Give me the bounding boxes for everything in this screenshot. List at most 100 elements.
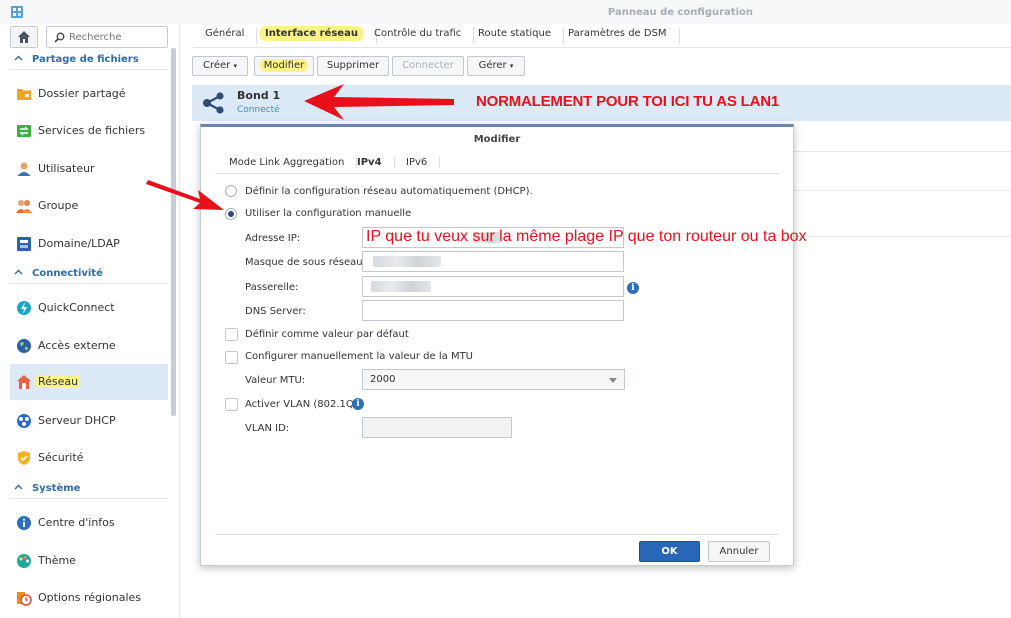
sidebar-item-label: Utilisateur [38,162,95,175]
window-titlebar: Panneau de configuration [0,0,1011,24]
sidebar-item-file-services[interactable]: Services de fichiers [10,113,168,149]
folder-icon [17,89,31,100]
dropdown-arrow-icon: ▾ [233,62,237,70]
ip-address-label: Adresse IP: [245,233,301,244]
manual-config-radio[interactable] [225,208,237,220]
mtu-select[interactable]: 2000 [362,369,625,390]
quickconnect-icon [17,301,31,315]
tab-general[interactable]: Général [205,28,258,44]
home-icon [18,31,30,43]
palette-icon [17,554,31,568]
annotation-ip-note: IP que tu veux sur la même plage IP que … [366,228,807,245]
sidebar-item-user[interactable]: Utilisateur [10,151,168,187]
manage-button-label: Gérer [478,60,507,71]
sidebar-item-label: Sécurité [38,451,84,464]
create-button-label: Créer [203,60,231,71]
globe-icon [17,339,31,353]
red-arrow-icon [304,84,454,120]
sidebar-item-network[interactable]: Réseau [10,364,168,400]
tab-label: Général [205,28,245,39]
sidebar-item-domain-ldap[interactable]: Domaine/LDAP [10,226,168,262]
shield-icon [18,451,30,465]
gateway-field[interactable] [362,276,624,297]
connect-button[interactable]: Connecter [392,56,464,76]
dhcp-icon [17,414,31,428]
sidebar-item-info-center[interactable]: Centre d'infos [10,505,168,541]
create-button[interactable]: Créer ▾ [192,56,248,76]
clock-icon [17,592,32,606]
tab-ipv6[interactable]: IPv6 [406,157,441,168]
home-button[interactable] [10,26,38,48]
section-file-sharing[interactable]: Partage de fichiers [10,50,168,70]
sidebar-top [8,26,170,48]
sidebar-item-label: Thème [38,554,76,567]
dialog-title: Modifier [473,134,521,145]
redacted-value [373,256,441,267]
connect-button-label: Connecter [402,60,454,71]
chevron-up-icon [14,269,23,275]
mtu-selected-value: 2000 [370,374,396,385]
manage-button[interactable]: Gérer ▾ [467,56,525,76]
mtu-manual-label: Configurer manuellement la valeur de la … [245,351,474,362]
dialog-tabs: Mode Link Aggregation IPv4 IPv6 [215,152,779,174]
default-gateway-checkbox[interactable] [225,328,238,341]
manual-option-label: Utiliser la configuration manuelle [245,208,412,219]
dns-server-field[interactable] [362,300,624,321]
search-input[interactable] [69,30,165,45]
tab-link-aggregation[interactable]: Mode Link Aggregation [229,157,358,168]
subnet-mask-label: Masque de sous réseau: [245,257,366,268]
tab-ipv4[interactable]: IPv4 [357,157,395,168]
gateway-info-icon[interactable]: i [627,282,639,294]
sidebar-item-label: Domaine/LDAP [38,237,120,250]
search-box[interactable] [46,26,168,48]
delete-button[interactable]: Supprimer [317,56,389,76]
info-icon [17,516,31,530]
vlan-id-field[interactable] [362,417,512,438]
sidebar-item-theme[interactable]: Thème [10,543,168,579]
tab-static-route[interactable]: Route statique [478,28,565,44]
ok-button[interactable]: OK [639,541,700,562]
chevron-down-icon [609,378,617,383]
section-system[interactable]: Système [10,479,168,499]
dhcp-radio[interactable] [225,185,237,197]
tab-dsm-settings[interactable]: Paramètres de DSM [568,28,680,44]
vlan-id-label: VLAN ID: [245,423,290,434]
sidebar-item-group[interactable]: Groupe [10,188,168,224]
sidebar-item-quickconnect[interactable]: QuickConnect [10,290,168,326]
sidebar-item-security[interactable]: Sécurité [10,440,168,476]
mtu-manual-checkbox[interactable] [225,351,238,364]
sidebar: Partage de fichiers Dossier partagé Serv… [0,24,180,618]
subnet-mask-field[interactable] [362,251,624,272]
sidebar-item-label: Services de fichiers [38,124,146,137]
section-connectivity[interactable]: Connectivité [10,264,168,284]
sidebar-item-label: Centre d'infos [38,516,115,529]
edit-button-label: Modifier [259,59,309,72]
tab-network-interface[interactable]: Interface réseau [259,26,377,44]
vlan-info-icon[interactable]: i [352,398,364,410]
sidebar-item-regional-options[interactable]: Options régionales [10,580,168,616]
tab-label: IPv6 [406,157,428,168]
dhcp-option-label: Définir la configuration réseau automati… [245,186,533,197]
user-icon [17,162,31,176]
vlan-checkbox[interactable] [225,398,238,411]
bond-share-icon [203,92,224,114]
section-label: Partage de fichiers [32,54,139,65]
sidebar-scrollbar[interactable] [171,48,176,416]
red-arrow-icon [146,180,224,210]
tab-traffic-control[interactable]: Contrôle du trafic [374,28,475,44]
tab-label: Mode Link Aggregation [229,157,345,168]
list-divider [792,151,1011,152]
tab-label: Contrôle du trafic [374,28,462,39]
tab-label: Paramètres de DSM [568,28,667,39]
chevron-up-icon [14,55,23,61]
list-divider [792,190,1011,191]
search-icon [54,32,65,43]
redacted-value [371,281,431,292]
tab-label: IPv4 [357,157,382,168]
sidebar-item-shared-folder[interactable]: Dossier partagé [10,76,168,112]
sidebar-item-external-access[interactable]: Accès externe [10,328,168,364]
sidebar-item-dhcp-server[interactable]: Serveur DHCP [10,403,168,439]
interface-name: Bond 1 [237,89,281,102]
edit-button[interactable]: Modifier [254,56,314,76]
cancel-button[interactable]: Annuler [708,541,770,562]
